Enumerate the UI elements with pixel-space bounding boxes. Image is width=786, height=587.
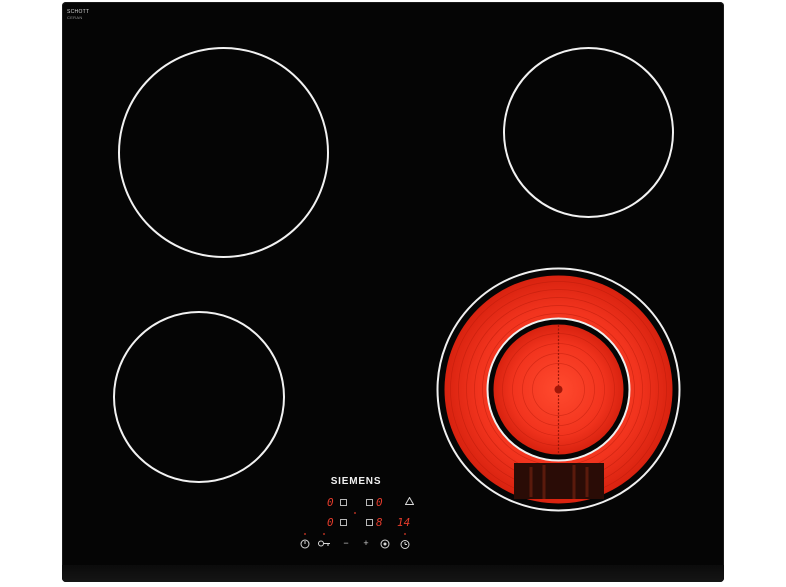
minus-button[interactable]: − bbox=[341, 539, 351, 548]
power-button[interactable] bbox=[299, 539, 311, 551]
glass-brand-tag: SCHOTT CERAN bbox=[67, 10, 89, 21]
center-led-icon bbox=[354, 512, 356, 514]
lock-led-icon bbox=[323, 533, 325, 535]
zone-display-row2-left: 0 bbox=[327, 516, 334, 529]
zone-select-button[interactable] bbox=[379, 539, 391, 551]
cooking-zone-bottom-left bbox=[113, 311, 285, 483]
zone-indicator-row2-left-icon bbox=[340, 519, 347, 526]
timer-button[interactable] bbox=[399, 539, 411, 551]
glass-name: CERAN bbox=[67, 15, 83, 20]
terminal-area bbox=[514, 463, 604, 499]
child-lock-button[interactable] bbox=[317, 539, 331, 550]
zone-indicator-row1-right-icon bbox=[366, 499, 373, 506]
power-led-icon bbox=[304, 533, 306, 535]
cooking-zone-bottom-right-heated bbox=[436, 267, 681, 512]
zone-indicator-row1-left-icon bbox=[340, 499, 347, 506]
cooktop-front-edge bbox=[62, 565, 724, 582]
zone-display-row2-mid: 8 bbox=[376, 516, 383, 529]
siemens-logo: SIEMENS bbox=[330, 476, 382, 487]
zone-display-row1-left: 0 bbox=[327, 496, 334, 509]
timer-display: 14 bbox=[397, 516, 411, 529]
zone-indicator-row2-right-icon bbox=[366, 519, 373, 526]
timer-led-icon bbox=[404, 533, 406, 535]
cooking-zone-top-left bbox=[118, 47, 329, 258]
plus-button[interactable]: + bbox=[361, 539, 371, 548]
inner-center-mark bbox=[554, 385, 563, 394]
zone-display-row1-right: 0 bbox=[376, 496, 383, 509]
warning-triangle-icon bbox=[404, 496, 414, 507]
cooking-zone-top-right bbox=[503, 47, 674, 218]
